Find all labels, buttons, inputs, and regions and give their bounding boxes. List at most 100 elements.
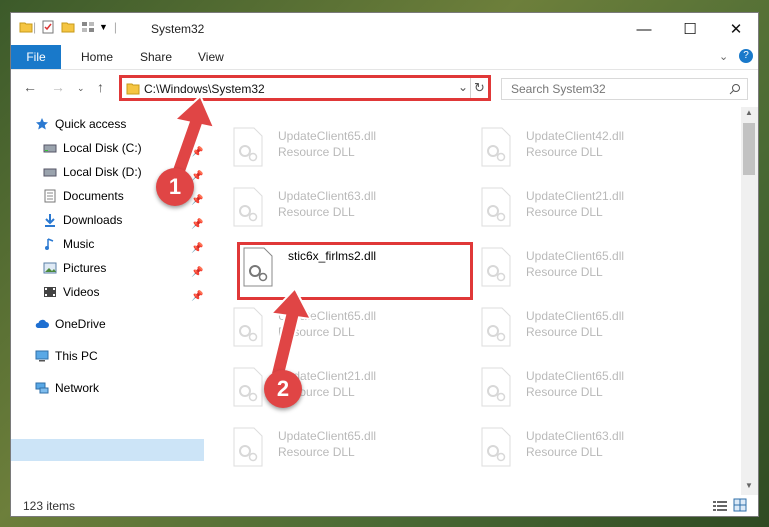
sidebar-item-label: Downloads [63, 213, 123, 227]
tab-home[interactable]: Home [81, 45, 113, 69]
file-name: UpdateClient65.dll [526, 369, 625, 383]
status-bar: 123 items [11, 495, 758, 517]
file-item[interactable]: UpdateClient63.dll Resource DLL [223, 181, 453, 237]
new-folder-icon[interactable] [61, 20, 75, 34]
tab-view[interactable]: View [198, 45, 224, 69]
sidebar-item-label: Music [63, 237, 95, 251]
pictures-icon [43, 262, 57, 274]
properties-icon[interactable] [41, 20, 55, 34]
file-type: Resource DLL [526, 385, 603, 399]
file-item[interactable]: UpdateClient65.dll Resource DLL [471, 301, 701, 357]
annotation-badge-2: 2 [264, 370, 302, 408]
sidebar-item-label: Documents [63, 189, 124, 203]
scrollbar-thumb[interactable] [743, 123, 755, 175]
file-item[interactable]: UpdateClient21.dll Resource DLL [471, 181, 701, 237]
downloads-icon [45, 214, 55, 227]
sidebar-item-label: Local Disk (D:) [63, 165, 142, 179]
file-name: UpdateClient63.dll [278, 189, 377, 203]
sidebar-item-label: Pictures [63, 261, 107, 275]
title-bar: | ▼ | System32 — ☐ ✕ [11, 13, 758, 45]
item-count: 123 items [23, 499, 76, 513]
sidebar-item-downloads[interactable]: Downloads 📌 [11, 209, 204, 231]
music-icon [45, 238, 54, 250]
dll-file-icon [481, 187, 511, 227]
expand-ribbon-icon[interactable]: ⌄ [719, 50, 728, 63]
drive-icon [43, 144, 57, 153]
maximize-button[interactable]: ☐ [667, 13, 713, 45]
sidebar-item-label: Videos [63, 285, 100, 299]
pin-icon[interactable]: 📌 [191, 286, 203, 308]
folder-icon [126, 83, 140, 95]
explorer-window: | ▼ | System32 — ☐ ✕ File Home Share Vie… [10, 12, 759, 517]
dll-file-icon [481, 247, 511, 287]
search-placeholder: Search System32 [511, 82, 606, 96]
file-name: UpdateClient65.dll [278, 429, 377, 443]
vertical-scrollbar[interactable]: ▲ ▼ [741, 107, 758, 495]
up-arrow-icon[interactable]: ↑ [97, 79, 104, 95]
close-button[interactable]: ✕ [713, 13, 759, 45]
dll-file-icon [481, 127, 511, 167]
sidebar-item-label: This PC [55, 349, 98, 363]
sidebar-item-pictures[interactable]: Pictures 📌 [11, 257, 204, 279]
scroll-down-icon[interactable]: ▼ [745, 481, 753, 490]
file-type: Resource DLL [526, 265, 603, 279]
separator: | [113, 20, 118, 34]
customize-dropdown-icon[interactable]: ▼ [99, 22, 108, 32]
sidebar-item-this-pc[interactable]: This PC [11, 345, 204, 367]
dll-file-icon [233, 127, 263, 167]
file-item[interactable]: UpdateClient65.dll Resource DLL [223, 421, 453, 477]
file-name: UpdateClient65.dll [278, 129, 377, 143]
refresh-icon[interactable]: ↻ [474, 80, 485, 96]
ribbon: File Home Share View ⌄ ? [11, 45, 758, 70]
file-name: UpdateClient65.dll [526, 249, 625, 263]
search-icon[interactable] [729, 83, 741, 95]
sidebar-item-label: Local Disk (C:) [63, 141, 142, 155]
sidebar-item-onedrive[interactable]: OneDrive [11, 313, 204, 335]
file-name: UpdateClient63.dll [526, 429, 625, 443]
pc-icon [35, 350, 49, 362]
sidebar-item-network[interactable]: Network [11, 377, 204, 399]
file-item[interactable]: UpdateClient65.dll Resource DLL [471, 361, 701, 417]
address-dropdown-icon[interactable]: ⌄ [458, 80, 468, 94]
file-type: Resource DLL [278, 145, 355, 159]
forward-arrow-icon[interactable]: → [51, 79, 65, 95]
file-item[interactable]: UpdateClient63.dll Resource DLL [471, 421, 701, 477]
window-title: System32 [151, 22, 205, 36]
sidebar-item-label: Network [55, 381, 100, 395]
view-options-icon[interactable] [81, 20, 95, 34]
dll-file-icon [233, 187, 263, 227]
file-item[interactable]: UpdateClient65.dll Resource DLL [471, 241, 701, 297]
dll-file-icon [481, 427, 511, 467]
file-type: Resource DLL [526, 325, 603, 339]
sidebar-item-music[interactable]: Music 📌 [11, 233, 204, 255]
scroll-up-icon[interactable]: ▲ [745, 108, 753, 117]
help-icon[interactable]: ? [739, 49, 753, 63]
file-item[interactable]: UpdateClient42.dll Resource DLL [471, 121, 701, 177]
tab-file[interactable]: File [11, 45, 61, 69]
documents-icon [44, 189, 56, 203]
drive-icon [43, 168, 57, 177]
file-type: Resource DLL [278, 445, 355, 459]
separator [470, 78, 471, 98]
recent-locations-icon[interactable]: ⌄ [77, 83, 85, 94]
file-type: Resource DLL [526, 445, 603, 459]
folder-icon[interactable] [19, 20, 33, 34]
minimize-button[interactable]: — [621, 13, 667, 45]
tab-share[interactable]: Share [140, 45, 172, 69]
annotation-badge-1: 1 [156, 168, 194, 206]
details-view-icon[interactable] [713, 500, 727, 512]
large-icons-view-icon[interactable] [733, 498, 747, 512]
back-arrow-icon[interactable]: ← [23, 79, 37, 95]
address-path[interactable]: C:\Windows\System32 [144, 82, 265, 96]
search-input[interactable]: Search System32 [501, 78, 748, 100]
sidebar-item-label: Quick access [55, 117, 127, 131]
videos-icon [44, 287, 56, 297]
dll-file-icon [481, 307, 511, 347]
file-type: Resource DLL [526, 145, 603, 159]
file-name: UpdateClient42.dll [526, 129, 625, 143]
sidebar-item-videos[interactable]: Videos 📌 [11, 281, 204, 303]
star-icon [36, 118, 48, 130]
file-name: UpdateClient21.dll [526, 189, 625, 203]
file-item[interactable]: UpdateClient65.dll Resource DLL [223, 121, 453, 177]
file-name: UpdateClient65.dll [526, 309, 625, 323]
